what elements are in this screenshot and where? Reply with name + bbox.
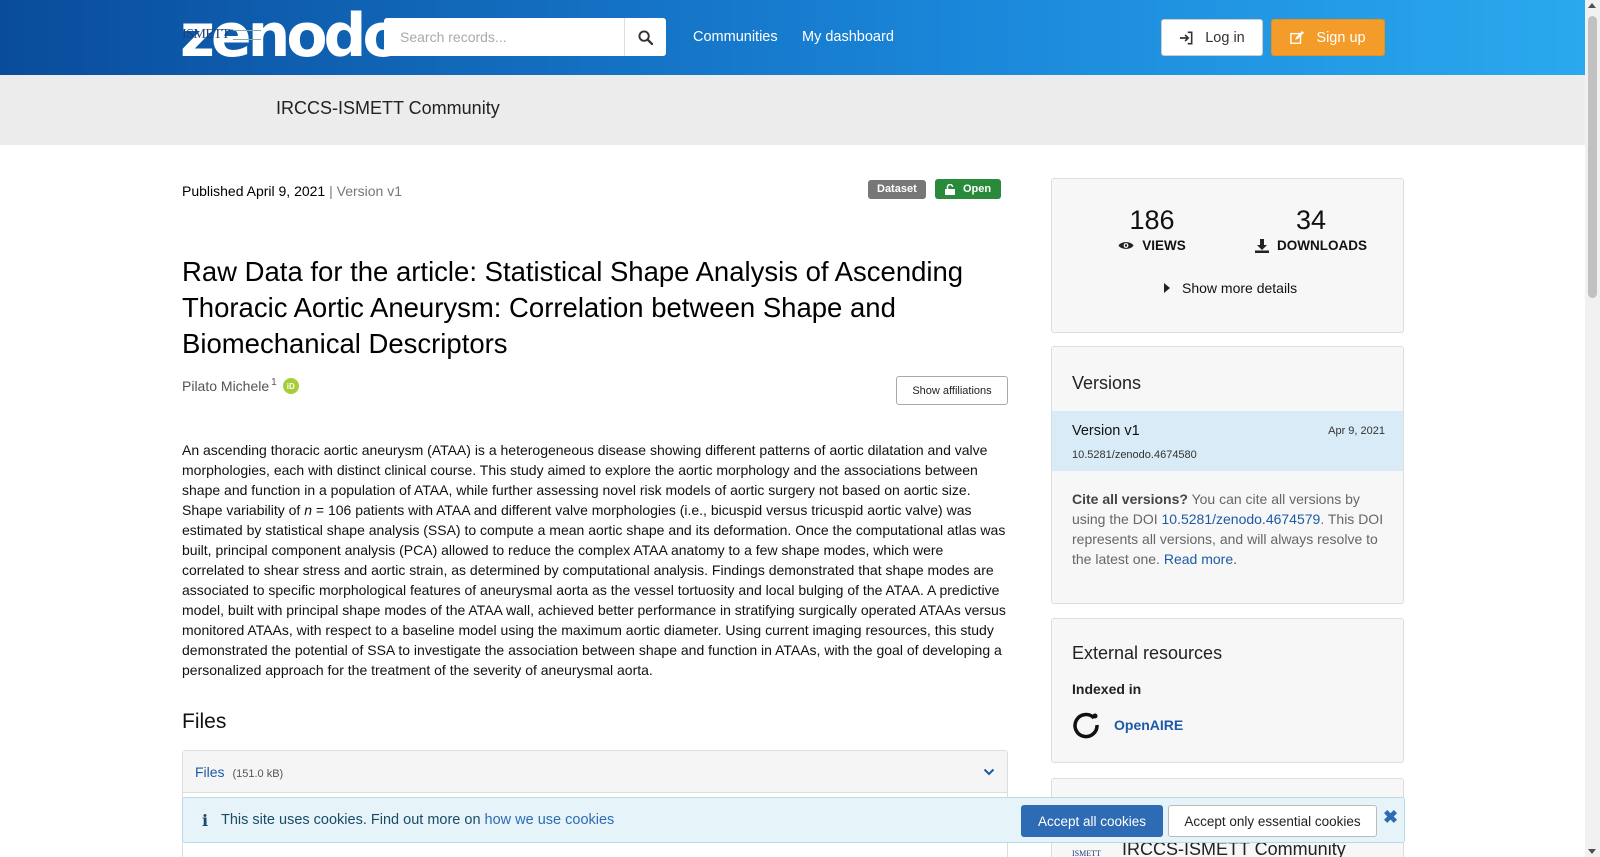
eye-icon xyxy=(1118,242,1134,249)
author-line: Pilato Michele 1 iD xyxy=(182,376,299,394)
author-affiliation-index: 1 xyxy=(271,376,277,388)
abstract-text-part2: = 106 patients with ATAA and different v… xyxy=(182,502,1006,678)
show-affiliations-button[interactable]: Show affiliations xyxy=(896,376,1008,405)
scroll-up-arrow-icon[interactable] xyxy=(1588,3,1596,8)
access-status-badge: Open xyxy=(935,179,1002,199)
community-title-link[interactable]: IRCCS-ISMETT Community xyxy=(276,98,500,119)
show-more-details-label: Show more details xyxy=(1182,280,1298,296)
sign-in-icon xyxy=(1180,31,1193,44)
cookie-message-text: This site uses cookies. Find out more on xyxy=(221,812,485,828)
community-header xyxy=(0,75,1585,145)
show-more-details-toggle[interactable]: Show more details xyxy=(1164,280,1297,296)
author-name[interactable]: Pilato Michele xyxy=(182,378,269,394)
files-accordion-header[interactable]: Files (151.0 kB) xyxy=(183,751,1007,793)
resource-type-badge: Dataset xyxy=(868,180,926,199)
cookie-banner: i This site uses cookies. Find out more … xyxy=(182,797,1405,843)
login-button[interactable]: Log in xyxy=(1161,19,1263,56)
close-icon[interactable]: ✖ xyxy=(1383,807,1398,828)
published-date: Published April 9, 2021 xyxy=(182,183,326,199)
community-logo[interactable]: ISMETT xyxy=(182,26,262,44)
accept-all-cookies-button[interactable]: Accept all cookies xyxy=(1021,805,1163,837)
accept-essential-cookies-button[interactable]: Accept only essential cookies xyxy=(1168,805,1377,837)
caret-right-icon xyxy=(1164,283,1170,293)
external-resources-heading: External resources xyxy=(1072,643,1223,663)
cite-all-versions-text: Cite all versions? You can cite all vers… xyxy=(1072,489,1392,569)
cookie-policy-link[interactable]: how we use cookies xyxy=(485,812,615,828)
access-status-label: Open xyxy=(963,183,992,195)
versions-card: Versions Version v1 Apr 9, 2021 10.5281/… xyxy=(1051,346,1404,604)
version-label: | Version v1 xyxy=(329,183,403,199)
nav-my-dashboard-link[interactable]: My dashboard xyxy=(802,29,894,45)
unlock-icon xyxy=(945,183,955,195)
signup-button[interactable]: Sign up xyxy=(1271,19,1385,56)
abstract-variable-n: n xyxy=(304,502,312,518)
scroll-down-arrow-icon[interactable] xyxy=(1588,849,1596,854)
signup-label: Sign up xyxy=(1316,29,1366,46)
versions-heading: Versions xyxy=(1072,373,1142,393)
openaire-logo-icon xyxy=(1073,712,1099,739)
read-more-link[interactable]: Read more. xyxy=(1164,551,1237,567)
login-label: Log in xyxy=(1205,29,1245,46)
community-logo-text: ISMETT xyxy=(182,27,230,42)
orcid-icon[interactable]: iD xyxy=(282,378,299,394)
edit-icon xyxy=(1290,30,1305,44)
external-resources-card: External resources Indexed in OpenAIRE xyxy=(1051,618,1404,763)
views-label: VIEWS xyxy=(1142,238,1186,253)
openaire-entry: OpenAIRE xyxy=(1072,711,1183,739)
downloads-stat: 34 DOWNLOADS xyxy=(1246,205,1376,253)
files-total-size: (151.0 kB) xyxy=(232,767,284,780)
version-item[interactable]: Version v1 Apr 9, 2021 10.5281/zenodo.46… xyxy=(1052,411,1403,471)
search-box xyxy=(384,18,666,56)
downloads-label: DOWNLOADS xyxy=(1277,238,1367,253)
indexed-in-label: Indexed in xyxy=(1072,681,1142,697)
community-card-logo: ISMETT xyxy=(1072,849,1101,857)
version-item-doi: 10.5281/zenodo.4674580 xyxy=(1072,449,1197,461)
page-scrollbar[interactable] xyxy=(1585,0,1600,857)
search-button[interactable] xyxy=(624,18,666,56)
record-title: Raw Data for the article: Statistical Sh… xyxy=(182,256,964,359)
concept-doi-link[interactable]: 10.5281/zenodo.4674579 xyxy=(1162,511,1321,527)
cookie-message: This site uses cookies. Find out more on… xyxy=(221,812,614,828)
download-icon xyxy=(1255,238,1269,253)
chevron-down-icon xyxy=(983,768,995,775)
nav-communities-link[interactable]: Communities xyxy=(693,29,778,45)
files-accordion-label: Files xyxy=(195,763,225,780)
views-count: 186 xyxy=(1129,205,1175,235)
views-stat: 186 VIEWS xyxy=(1112,205,1192,253)
publication-info: Published April 9, 2021 | Version v1 xyxy=(182,183,402,199)
downloads-count: 34 xyxy=(1295,205,1327,235)
community-logo-mark xyxy=(232,30,261,40)
openaire-link[interactable]: OpenAIRE xyxy=(1114,717,1183,733)
record-abstract: An ascending thoracic aortic aneurysm (A… xyxy=(182,440,1008,680)
version-item-name: Version v1 xyxy=(1072,423,1140,439)
stats-card: 186 VIEWS 34 DOWNLOADS Show more details xyxy=(1051,178,1404,333)
cite-all-versions-question: Cite all versions? xyxy=(1072,491,1188,507)
search-icon xyxy=(638,29,653,45)
search-input[interactable] xyxy=(384,18,624,56)
version-item-date: Apr 9, 2021 xyxy=(1328,425,1385,437)
scrollbar-thumb[interactable] xyxy=(1588,16,1597,298)
info-icon: i xyxy=(202,811,209,830)
files-heading: Files xyxy=(182,710,227,733)
